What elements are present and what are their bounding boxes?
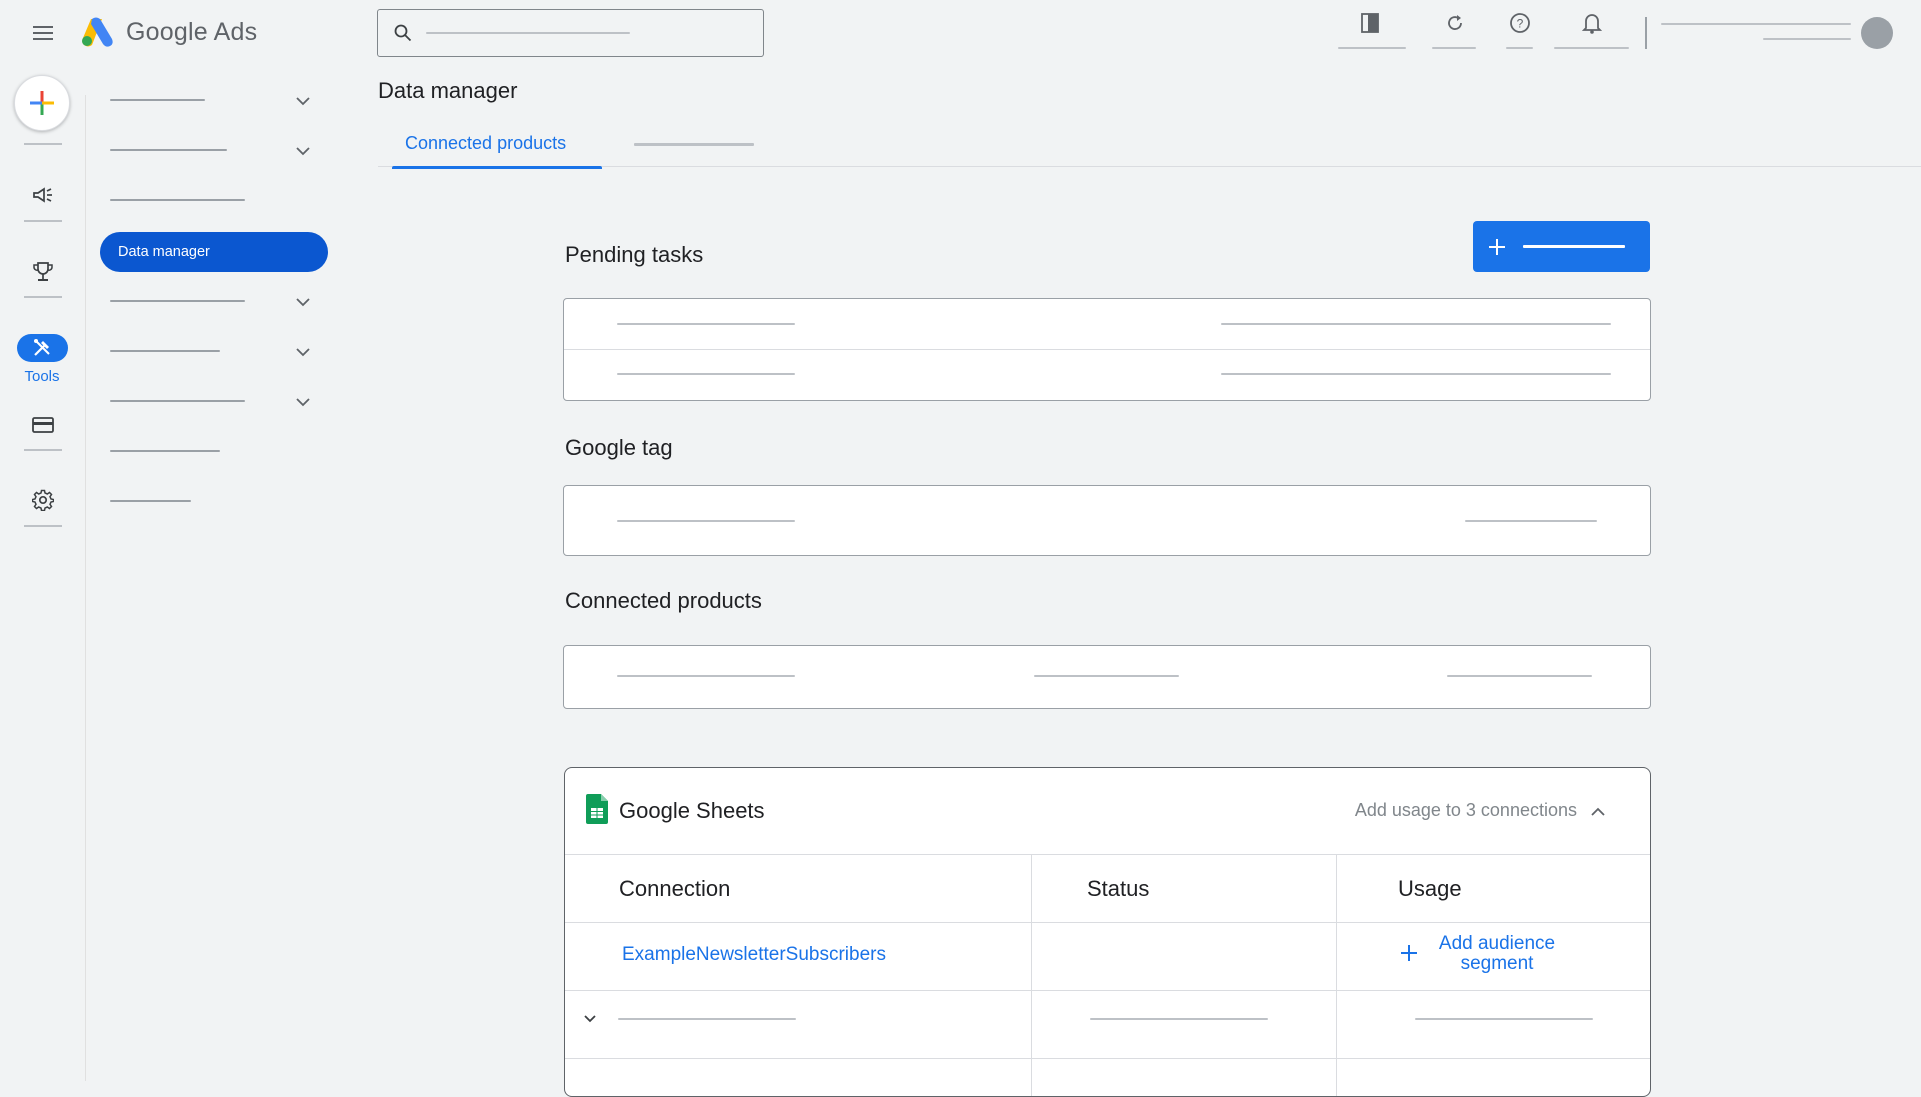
row-divider [564,349,1650,350]
chevron-down-icon[interactable] [294,393,312,411]
menu-icon[interactable] [30,20,56,46]
search-icon [392,22,414,44]
toolbar-divider [1645,17,1647,49]
row-divider [565,990,1650,991]
plus-multicolor-icon [30,91,54,115]
goals-icon[interactable] [30,259,56,285]
product-col-label [1034,675,1179,677]
rail-divider [24,525,62,527]
task-row-value [1221,373,1611,375]
tab-secondary[interactable] [634,143,754,146]
row-divider [565,922,1650,923]
tag-label [617,520,795,522]
tab-active-indicator [392,166,602,169]
create-button[interactable] [14,75,70,131]
appearance-label [1338,47,1406,49]
product-col-label [1447,675,1592,677]
notifications-icon[interactable] [1580,11,1604,35]
rail-divider [24,449,62,451]
task-row-label [617,323,795,325]
product-col-label [617,675,795,677]
plus-icon [1486,236,1508,258]
rail-border [85,95,86,1081]
nav-item-label[interactable] [110,500,191,502]
row-status-placeholder [1090,1018,1268,1020]
search-input[interactable] [377,9,764,57]
add-button[interactable] [1473,221,1650,272]
notifications-label [1554,47,1629,49]
chevron-down-icon[interactable] [294,293,312,311]
avatar[interactable] [1861,17,1893,49]
settings-gear-icon[interactable] [30,487,56,513]
tools-nav-button[interactable] [17,334,68,362]
nav-item-label[interactable] [110,450,220,452]
tab-bar-divider [378,166,1921,167]
nav-item-data-manager[interactable]: Data manager [100,232,328,272]
rail-divider [24,296,62,298]
connected-products-title: Connected products [565,588,762,613]
col-header-status: Status [1087,876,1150,901]
chevron-down-icon[interactable] [294,142,312,160]
nav-item-label[interactable] [110,400,245,402]
campaigns-icon[interactable] [30,183,56,207]
svg-text:?: ? [1517,17,1524,31]
brand-google: Google [126,18,208,46]
pending-tasks-title: Pending tasks [565,242,704,267]
add-audience-segment-link[interactable]: Add audience segment [1427,934,1567,974]
col-header-connection: Connection [619,876,731,901]
header-divider [565,854,1650,855]
chevron-down-icon[interactable] [582,1011,598,1027]
billing-icon[interactable] [30,413,56,437]
account-name [1661,23,1851,25]
tag-value [1465,520,1597,522]
nav-item-label[interactable] [110,350,220,352]
col-divider [1031,854,1032,1096]
google-tag-card [563,485,1651,556]
account-id [1763,38,1851,40]
nav-item-label[interactable] [110,149,227,151]
google-sheets-title: Google Sheets [619,798,765,823]
col-header-usage: Usage [1398,876,1462,901]
chevron-down-icon[interactable] [294,92,312,110]
connection-link[interactable]: ExampleNewsletterSubscribers [622,944,886,966]
add-usage-link[interactable]: Add usage to 3 connections [1355,800,1577,821]
nav-item-label[interactable] [110,199,245,201]
refresh-icon[interactable] [1443,11,1467,35]
add-button-label [1523,245,1625,248]
tab-connected-products[interactable]: Connected products [405,133,566,154]
help-label [1506,47,1533,49]
tools-icon [31,337,53,359]
task-row-value [1221,323,1611,325]
col-divider [1336,854,1337,1096]
google-sheets-icon [585,793,609,825]
chevron-up-icon[interactable] [1589,802,1607,820]
google-sheets-card: Google Sheets Add usage to 3 connections… [564,767,1651,1097]
google-ads-wordmark: Google Ads [126,18,257,47]
row-divider [565,1058,1650,1059]
rail-divider [24,220,62,222]
page-title: Data manager [378,78,518,103]
appearance-icon[interactable] [1358,11,1382,35]
row-connection-placeholder [618,1018,796,1020]
task-row-label [617,373,795,375]
row-usage-placeholder [1415,1018,1593,1020]
google-tag-title: Google tag [565,435,673,460]
pending-tasks-card [563,298,1651,401]
brand-product: Ads [213,18,258,46]
help-icon[interactable]: ? [1508,11,1532,35]
tools-label: Tools [24,368,60,385]
plus-icon[interactable] [1399,943,1419,963]
refresh-label [1432,47,1476,49]
nav-item-label[interactable] [110,300,245,302]
search-placeholder [426,32,630,34]
chevron-down-icon[interactable] [294,343,312,361]
rail-divider [24,143,62,145]
connected-products-card [563,645,1651,709]
google-ads-logo[interactable] [80,16,114,48]
nav-item-label[interactable] [110,99,205,101]
